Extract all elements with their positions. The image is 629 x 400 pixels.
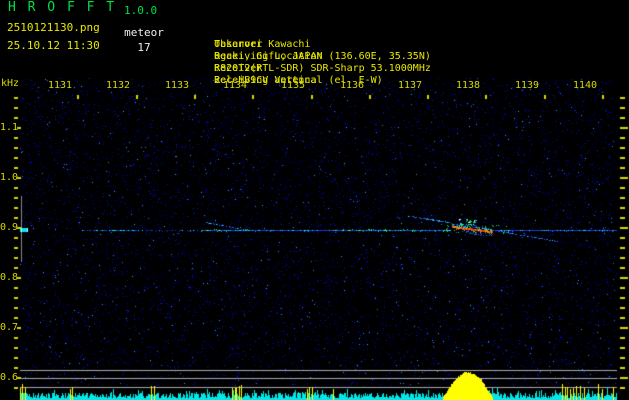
y-tick-label: 0.8	[0, 272, 19, 283]
x-tick-label: 1138	[455, 80, 481, 91]
x-tick-label: 1139	[514, 80, 540, 91]
info-value: Takanori Kawachi	[214, 39, 311, 50]
y-tick-label: 0.9	[0, 222, 19, 233]
y-tick-label: 1.0	[0, 172, 19, 183]
mode-label: meteor	[124, 26, 164, 39]
x-tick-label: 1136	[339, 80, 365, 91]
y-axis-unit-label: kHz	[1, 78, 20, 89]
hrofft-screen: H R O F F T 1.0.0 2510121130.png meteor …	[0, 0, 629, 400]
x-tick-label: 1131	[47, 80, 73, 91]
y-tick-label: 0.6	[0, 372, 19, 383]
info-value: R820T2(RTL-SDR) SDR-Sharp 53.1000MHz	[214, 63, 431, 74]
x-tick-label: 1133	[164, 80, 190, 91]
x-tick-label: 1135	[280, 80, 306, 91]
info-value: Ogaki, Gifu, JAPAN (136.60E, 35.35N)	[214, 51, 431, 62]
app-title: H R O F F T	[8, 0, 117, 15]
x-tick-label: 1132	[105, 80, 131, 91]
y-tick-label: 0.7	[0, 322, 19, 333]
station-info-block: Observer: Takanori Kawachi Receiving Loca…	[178, 3, 431, 86]
app-version: 1.0.0	[124, 4, 158, 17]
datetime-label: 25.10.12 11:30	[7, 39, 100, 52]
x-tick-label: 1134	[222, 80, 248, 91]
x-tick-label: 1137	[397, 80, 423, 91]
x-tick-label: 1140	[572, 80, 598, 91]
meteor-count: 17	[137, 41, 151, 54]
y-tick-label: 1.1	[0, 122, 19, 133]
output-filename: 2510121130.png	[7, 21, 100, 34]
